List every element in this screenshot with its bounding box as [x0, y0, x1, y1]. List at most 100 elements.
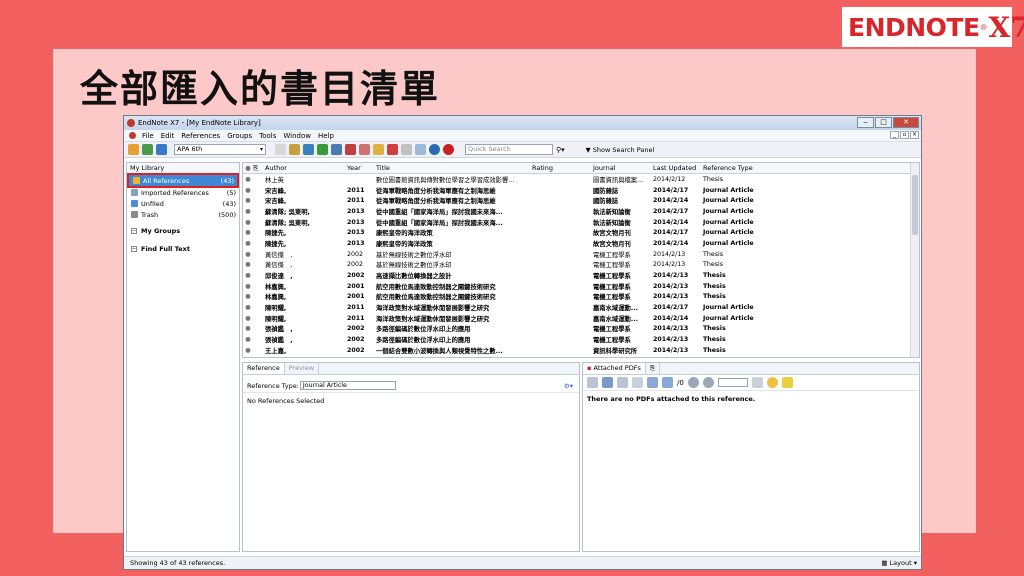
zoom-in-icon[interactable] [702, 377, 714, 388]
reference-row[interactable]: ● 陳捷先, 2013 康熙皇帝的海洋政策 故宮文物月刊 2014/2/17 Journal… [243, 227, 919, 238]
no-pdfs-text: There are no PDFs attached to this refer… [587, 395, 756, 403]
read-status-column-icon[interactable]: ● [243, 164, 253, 172]
group-count: (500) [218, 210, 236, 219]
highlight-icon[interactable] [781, 377, 793, 388]
column-rating[interactable]: Rating [532, 164, 593, 172]
open-file-icon[interactable] [373, 144, 384, 155]
sync-icon[interactable] [429, 144, 440, 155]
tab-reference[interactable]: Reference [243, 363, 285, 374]
reference-list-scrollbar[interactable] [910, 163, 919, 357]
maximize-button[interactable]: □ [875, 117, 892, 128]
menu-groups[interactable]: Groups [227, 132, 252, 140]
reference-type-select[interactable]: Journal Article [299, 381, 396, 390]
section-find-full-text[interactable]: − Find Full Text [127, 242, 239, 256]
mdi-minimize-button[interactable]: _ [890, 131, 899, 139]
import-icon[interactable] [317, 144, 328, 155]
menu-file[interactable]: File [142, 132, 154, 140]
close-button[interactable]: ✕ [893, 117, 919, 128]
reference-pane: Reference Preview Reference Type: Journa… [242, 362, 580, 552]
reference-row[interactable]: ● 陳明耀, 2011 海洋政策對水域運動休閒發展影響之研究 嘉南水域運動... 2014… [243, 302, 919, 313]
tab-preview[interactable]: Preview [285, 363, 320, 374]
note-icon[interactable] [766, 377, 778, 388]
search-icon[interactable]: ⚲▾ [556, 146, 565, 154]
find-full-text-icon[interactable] [345, 144, 356, 155]
reference-row[interactable]: ● 張禎鑑 , 2002 多路徑編碼於數位浮水印上的應用 電機工程學系 2014/2/13… [243, 334, 919, 345]
zoom-out-icon[interactable] [687, 377, 699, 388]
column-title[interactable]: Title [376, 164, 532, 172]
layout-button[interactable]: ▦ Layout ▾ [881, 557, 917, 569]
menu-edit[interactable]: Edit [161, 132, 175, 140]
year-cell: 2011 [347, 314, 365, 322]
zoom-select[interactable] [717, 378, 748, 387]
mdi-restore-button[interactable]: ▫ [900, 131, 909, 139]
quick-search-input[interactable]: Quick Search [465, 144, 553, 155]
my-library-header[interactable]: My Library [127, 163, 239, 174]
column-year[interactable]: Year [347, 164, 376, 172]
reference-row[interactable]: ● 宋吉峰, 2011 從海軍戰略角度分析我海軍應有之制海思維 國防雜誌 2014/2/1… [243, 185, 919, 196]
help-icon[interactable] [443, 144, 454, 155]
menu-references[interactable]: References [181, 132, 220, 140]
reference-row[interactable]: ● 黃信傑 , 2002 基於無線技術之數位浮水印 電機工程學系 2014/2/13 The… [243, 249, 919, 260]
insert-citation-icon[interactable] [275, 144, 286, 155]
fit-page-icon[interactable] [751, 377, 763, 388]
new-reference-icon[interactable] [387, 144, 398, 155]
menu-window[interactable]: Window [283, 132, 311, 140]
show-search-panel-button[interactable]: ▼ Show Search Panel [586, 146, 655, 154]
mdi-close-button[interactable]: × [910, 131, 919, 139]
attachment-column-icon[interactable]: ⎘ [253, 164, 265, 173]
next-page-icon[interactable] [662, 377, 673, 388]
menu-app-icon[interactable] [129, 132, 136, 139]
reference-row[interactable]: ● 蘇清隊; 吳東明, 2013 從中國重組「國家海洋局」探討我國未來海... 執法新知… [243, 217, 919, 228]
journal-cell: 電機工程學系 [593, 283, 631, 291]
open-link-icon[interactable] [359, 144, 370, 155]
attachment-clip-icon[interactable]: ⎘ [646, 363, 661, 374]
email-pdf-icon[interactable] [632, 377, 643, 388]
reference-list: ● ⎘ Author Year Title Rating Journal Las… [242, 162, 920, 358]
export-icon[interactable] [331, 144, 342, 155]
reference-row[interactable]: ● 王上嘉, 2002 一個結合雙數小波轉換與人類視覺特性之數... 資訊科學研究所 20… [243, 345, 919, 356]
scrollbar-thumb[interactable] [912, 175, 918, 235]
output-style-select[interactable]: APA 6th ▾ [174, 144, 266, 155]
last-updated-cell: 2014/2/13 [653, 336, 689, 344]
column-reference-type[interactable]: Reference Type [703, 164, 783, 172]
save-pdf-icon[interactable] [602, 377, 613, 388]
group-unfiled[interactable]: Unfiled (43) [127, 198, 239, 209]
column-author[interactable]: Author [265, 164, 347, 172]
open-pdf-icon[interactable] [587, 377, 598, 388]
tab-attached-pdfs[interactable]: ▪ Attached PDFs [583, 363, 646, 374]
column-journal[interactable]: Journal [593, 164, 653, 172]
minimize-button[interactable]: ‒ [857, 117, 874, 128]
collapse-icon[interactable]: − [131, 228, 137, 234]
group-all-references[interactable]: All References (43) [127, 173, 239, 188]
year-cell: 2011 [347, 304, 365, 312]
local-library-mode-icon[interactable] [128, 144, 139, 155]
menu-help[interactable]: Help [318, 132, 334, 140]
collapse-icon[interactable]: − [131, 246, 137, 252]
reference-row[interactable]: ● 林上英 數位圖書館資訊與傳對數位學習之學習成效影響... 圖書資訊與檔案... 20… [243, 174, 919, 185]
reference-row[interactable]: ● 邱俊達 , 2002 高速擷比數位轉換器之設計 電機工程學系 2014/2/13 The… [243, 270, 919, 281]
reference-row[interactable]: ● 蘇清隊; 吳東明, 2013 從中國重組「國家海洋局」探討我國未來海... 執法新知… [243, 206, 919, 217]
menu-tools[interactable]: Tools [259, 132, 276, 140]
edit-reference-icon[interactable] [401, 144, 412, 155]
reference-row[interactable]: ● 宋吉峰, 2011 從海軍戰略角度分析我海軍應有之制海思維 國防雜誌 2014/2/1… [243, 195, 919, 206]
reference-row[interactable]: ● 林嘉興, 2001 航空用數位馬達致動控制器之關鍵技術研究 電機工程學系 2014/2… [243, 281, 919, 292]
integrated-library-mode-icon[interactable] [156, 144, 167, 155]
print-pdf-icon[interactable] [617, 377, 628, 388]
reference-row[interactable]: ● 黃信傑 , 2002 基於無線技術之數位浮水印 電機工程學系 2014/2/13 The… [243, 260, 919, 271]
group-imported-references[interactable]: Imported References (5) [127, 187, 239, 198]
online-search-icon[interactable] [303, 144, 314, 155]
manuscript-matcher-icon[interactable] [415, 144, 426, 155]
reference-row[interactable]: ● 陳捷先, 2013 康熙皇帝的海洋政策 故宮文物月刊 2014/2/14 Journal… [243, 238, 919, 249]
column-last-updated[interactable]: Last Updated [653, 164, 703, 172]
reference-row[interactable]: ● 林嘉興, 2001 航空用數位馬達致動控制器之關鍵技術研究 電機工程學系 2014/2… [243, 292, 919, 303]
journal-cell: 執法新知論衡 [593, 219, 631, 227]
online-search-mode-icon[interactable] [142, 144, 153, 155]
settings-gear-icon[interactable]: ⚙▾ [564, 382, 573, 390]
format-bibliography-icon[interactable] [289, 144, 300, 155]
group-trash[interactable]: Trash (500) [127, 209, 239, 220]
reference-row[interactable]: ● 張禎鑑 , 2002 多路徑編碼於數位浮水印上的應用 電機工程學系 2014/2/13… [243, 324, 919, 335]
section-my-groups[interactable]: − My Groups [127, 224, 239, 238]
reference-row[interactable]: ● 陳明耀, 2011 海洋政策對水域運動休閒發展影響之研究 嘉南水域運動... 2014… [243, 313, 919, 324]
previous-page-icon[interactable] [647, 377, 658, 388]
read-status-dot: ● [245, 282, 251, 290]
